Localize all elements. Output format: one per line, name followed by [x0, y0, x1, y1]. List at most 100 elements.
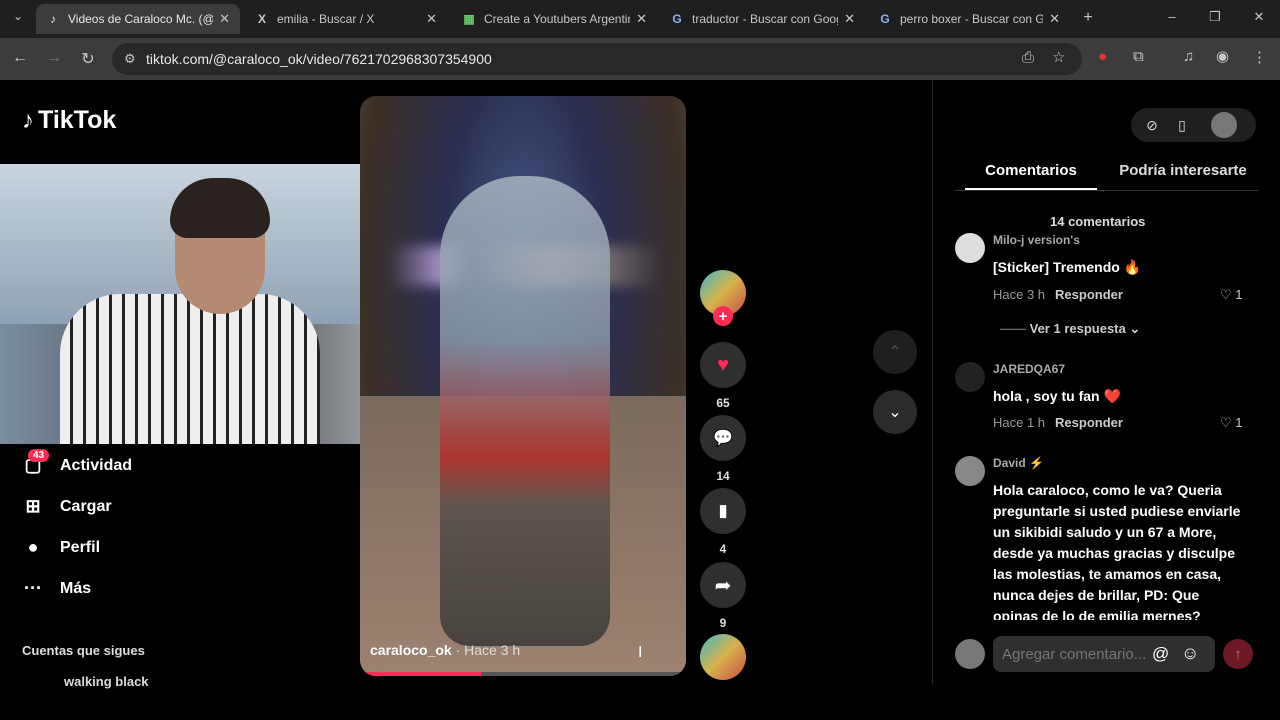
tab-title: Videos de Caraloco Mc. (@c: [68, 12, 214, 26]
tab-might-interest[interactable]: Podría interesarte: [1108, 162, 1258, 179]
nav-item-more[interactable]: ··· Más: [22, 578, 91, 599]
emoji-icon[interactable]: ☺: [1181, 643, 1199, 664]
close-tab-icon[interactable]: ✕: [636, 11, 647, 27]
comment-like-button[interactable]: ♡ 1: [1220, 287, 1243, 303]
comment-text: hola , soy tu fan ❤️: [993, 388, 1121, 404]
mention-icon[interactable]: @: [1152, 644, 1169, 664]
tiktok-logo[interactable]: ♪ TikTok: [22, 106, 116, 135]
video-author[interactable]: caraloco_ok · Hace 3 h: [370, 642, 520, 658]
tab-comments[interactable]: Comentarios: [965, 162, 1097, 190]
menu-icon[interactable]: ⋮: [1252, 48, 1267, 66]
comment-button[interactable]: 💬 14: [700, 415, 746, 483]
comment-avatar[interactable]: [955, 456, 985, 486]
heart-outline-icon: ♡: [1220, 287, 1232, 302]
plus-square-icon: ⊞: [25, 496, 41, 516]
share-icon: ➦: [700, 562, 746, 608]
next-video-button[interactable]: ⌄: [873, 390, 917, 434]
site-info-icon[interactable]: ⚙: [124, 51, 136, 67]
webcam-overlay: [0, 164, 373, 444]
browser-tab-tiktok[interactable]: ♪ Videos de Caraloco Mc. (@c ✕: [36, 4, 240, 34]
chevron-down-icon: ⌄: [1129, 321, 1141, 336]
nav-item-upload[interactable]: ⊞ Cargar: [22, 496, 112, 517]
nav-label: Más: [60, 579, 92, 597]
comment-item: David ⚡ Hola caraloco, como le va? Queri…: [955, 456, 1245, 620]
browser-tab-boxer[interactable]: G perro boxer - Buscar con Go ✕: [868, 4, 1070, 34]
comment-username[interactable]: JAREDQA67: [993, 362, 1065, 376]
minimize-icon[interactable]: –: [1162, 9, 1182, 24]
comment-item: Milo-j version's [Sticker] Tremendo 🔥 Ha…: [955, 233, 1245, 303]
bookmark-star-icon[interactable]: ☆: [1052, 48, 1065, 66]
forward-icon[interactable]: →: [44, 49, 64, 67]
nav-item-profile[interactable]: ● Perfil: [22, 537, 100, 558]
back-icon[interactable]: ←: [10, 49, 30, 67]
video-frame-person: [440, 176, 610, 646]
sound-avatar[interactable]: [700, 634, 746, 680]
author-name: caraloco_ok: [370, 642, 452, 658]
tab-search-icon[interactable]: ⌄: [8, 9, 28, 23]
panel-divider: [932, 80, 933, 684]
nav-label: Cargar: [60, 497, 112, 515]
close-tab-icon[interactable]: ✕: [219, 11, 230, 27]
video-player[interactable]: caraloco_ok · Hace 3 h I: [360, 96, 686, 676]
comment-text: Hola caraloco, como le va? Queria pregun…: [993, 482, 1241, 620]
heart-icon: ♥: [700, 342, 746, 388]
new-tab-icon[interactable]: +: [1078, 9, 1098, 27]
close-tab-icon[interactable]: ✕: [426, 11, 437, 27]
like-button[interactable]: ♥ 65: [700, 342, 746, 410]
comment-username[interactable]: Milo-j version's: [993, 233, 1080, 247]
profile-avatar-icon[interactable]: ◉: [1216, 47, 1229, 65]
comment-avatar[interactable]: [955, 233, 985, 263]
browser-tab-x[interactable]: X emilia - Buscar / X ✕: [245, 4, 447, 34]
bookmark-icon: ▮: [700, 488, 746, 534]
sound-disc-icon: [700, 634, 746, 680]
address-bar: ← → ↻ ⚙ tiktok.com/@caraloco_ok/video/76…: [0, 38, 1280, 80]
share-button[interactable]: ➦ 9: [700, 562, 746, 630]
browser-tab-tier[interactable]: ▦ Create a Youtubers Argentin ✕: [452, 4, 657, 34]
nav-item-activity[interactable]: ▢ 43 Actividad: [22, 449, 133, 476]
close-tab-icon[interactable]: ✕: [1049, 11, 1060, 27]
maximize-icon[interactable]: ❐: [1205, 9, 1225, 25]
comment-text: [Sticker] Tremendo 🔥: [993, 259, 1142, 275]
creator-avatar[interactable]: +: [700, 270, 746, 326]
comment-avatar[interactable]: [955, 362, 985, 392]
video-time: · Hace 3 h: [455, 642, 521, 658]
browser-tab-bar: ⌄ ♪ Videos de Caraloco Mc. (@c ✕ X emili…: [0, 0, 1280, 38]
tiktok-page: ♪ TikTok ▢ 43 Actividad ⊞ Cargar ● Perfi…: [0, 80, 1280, 720]
comment-icon: 💬: [700, 415, 746, 461]
comment-like-button[interactable]: ♡ 1: [1220, 415, 1243, 431]
close-window-icon[interactable]: ✕: [1249, 9, 1269, 25]
reply-button[interactable]: Responder: [1055, 415, 1123, 430]
comment-username[interactable]: David ⚡: [993, 456, 1044, 470]
follow-plus-icon[interactable]: +: [713, 306, 733, 326]
install-app-icon[interactable]: ⎙: [1022, 49, 1034, 66]
browser-tab-translator[interactable]: G traductor - Buscar con Goog ✕: [660, 4, 865, 34]
url-field[interactable]: ⚙ tiktok.com/@caraloco_ok/video/76217029…: [112, 43, 1082, 75]
commenter-avatar: [955, 639, 985, 669]
comment-time: Hace 1 h: [993, 415, 1046, 430]
reply-button[interactable]: Responder: [1055, 287, 1123, 302]
more-icon: ···: [24, 578, 42, 598]
close-tab-icon[interactable]: ✕: [844, 11, 855, 27]
like-count: 65: [716, 396, 730, 410]
tab-title: perro boxer - Buscar con Go: [900, 12, 1044, 26]
reload-icon[interactable]: ↻: [78, 49, 98, 69]
comment-meta: Hace 3 h Responder: [993, 287, 1123, 302]
extension-record-icon[interactable]: ●: [1098, 48, 1107, 65]
notification-badge: 43: [28, 449, 50, 462]
phone-icon[interactable]: ▯: [1167, 117, 1197, 134]
compass-icon[interactable]: ⊘: [1137, 117, 1167, 134]
following-account[interactable]: walking black: [64, 674, 149, 689]
save-button[interactable]: ▮ 4: [700, 488, 746, 556]
comment-like-count: 1: [1235, 287, 1243, 302]
tab-title: traductor - Buscar con Goog: [692, 12, 839, 26]
tiktok-note-icon: ♪: [22, 106, 34, 134]
media-control-icon[interactable]: ♫: [1183, 48, 1194, 65]
nav-label: Actividad: [60, 456, 133, 474]
replies-line: ——: [1000, 321, 1026, 336]
previous-video-button[interactable]: ⌃: [873, 330, 917, 374]
comment-like-count: 1: [1235, 415, 1243, 430]
user-avatar[interactable]: [1211, 112, 1237, 138]
send-button[interactable]: ↑: [1223, 639, 1253, 669]
extensions-icon[interactable]: ⧉: [1133, 48, 1144, 65]
view-replies-button[interactable]: —— Ver 1 respuesta ⌄: [1000, 321, 1140, 337]
